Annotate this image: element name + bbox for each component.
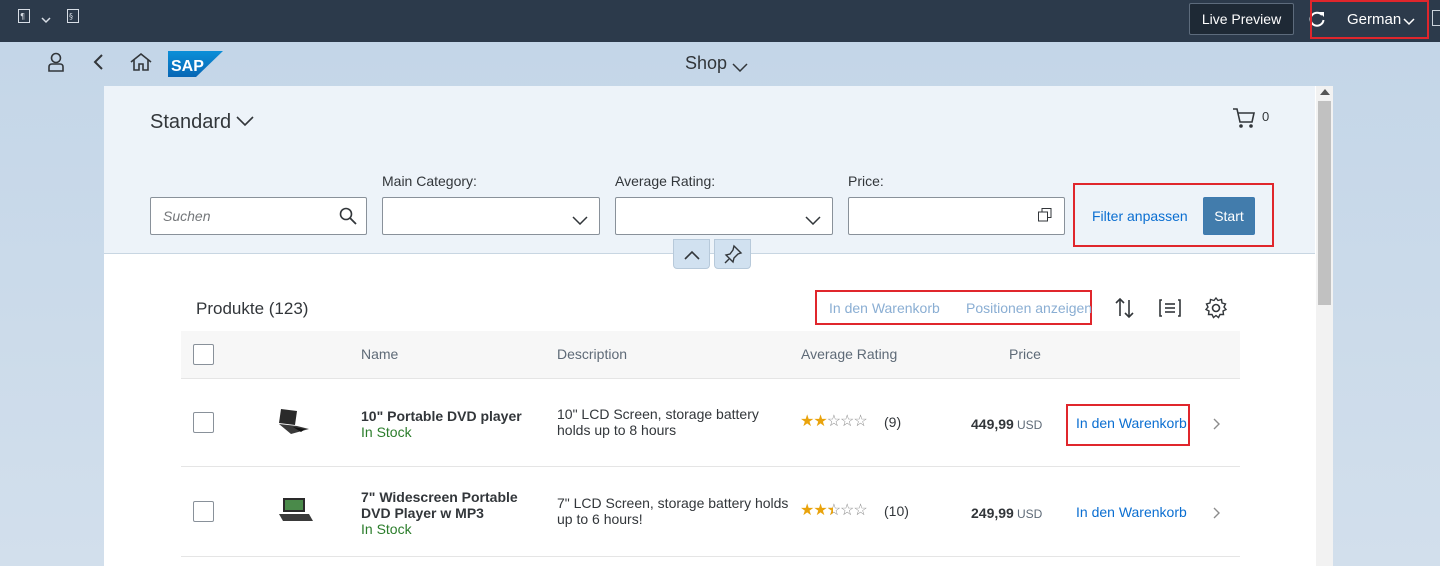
- scroll-up-arrow[interactable]: [1320, 89, 1330, 95]
- back-icon[interactable]: [90, 52, 110, 72]
- product-name: 7" Widescreen Portable DVD Player w MP3: [361, 489, 518, 521]
- column-header-rating[interactable]: Average Rating: [801, 346, 897, 362]
- add-to-cart-button[interactable]: In den Warenkorb: [1076, 415, 1187, 431]
- table-header: [181, 331, 1240, 379]
- row-checkbox[interactable]: [193, 412, 214, 433]
- svg-text:§: §: [69, 12, 73, 21]
- sap-logo-text: SAP: [171, 58, 204, 75]
- chevron-down-icon[interactable]: [732, 59, 748, 77]
- price-value: 249,99: [971, 505, 1014, 521]
- rating-stars: ★★☆☆☆: [800, 413, 868, 430]
- price-input[interactable]: [848, 197, 1065, 235]
- outline-icon[interactable]: §: [67, 9, 79, 26]
- live-preview-button[interactable]: Live Preview: [1189, 3, 1294, 35]
- app-title[interactable]: Shop: [685, 53, 727, 74]
- column-header-price[interactable]: Price: [1009, 346, 1041, 362]
- show-items-toolbar-button[interactable]: Positionen anzeigen: [966, 300, 1092, 316]
- select-all-checkbox[interactable]: [193, 344, 214, 365]
- value-help-icon[interactable]: [1038, 208, 1052, 227]
- add-to-cart-button[interactable]: In den Warenkorb: [1076, 504, 1187, 520]
- product-description: 10" LCD Screen, storage battery holds up…: [557, 406, 759, 438]
- price-label: Price:: [848, 173, 884, 189]
- price-currency: USD: [1017, 418, 1043, 432]
- rating-stars: ★★☆★☆☆: [800, 502, 868, 519]
- chevron-up-icon: [684, 250, 700, 260]
- average-rating-label: Average Rating:: [615, 173, 716, 189]
- search-placeholder: Suchen: [163, 208, 211, 224]
- scrollbar-thumb[interactable]: [1318, 101, 1331, 305]
- table-title: Produkte (123): [196, 299, 309, 318]
- chevron-down-icon[interactable]: [805, 212, 821, 230]
- average-rating-select[interactable]: [615, 197, 833, 235]
- rating-count: (10): [884, 503, 909, 519]
- chevron-down-icon[interactable]: [235, 114, 255, 132]
- settings-icon[interactable]: [1204, 296, 1228, 320]
- product-name: 10" Portable DVD player: [361, 408, 522, 424]
- main-category-select[interactable]: [382, 197, 600, 235]
- product-image: [277, 496, 317, 526]
- home-icon[interactable]: [130, 52, 152, 72]
- main-category-label: Main Category:: [382, 173, 477, 189]
- group-icon[interactable]: [1158, 296, 1182, 320]
- chevron-down-icon[interactable]: [572, 212, 588, 230]
- add-to-cart-toolbar-button[interactable]: In den Warenkorb: [829, 300, 940, 316]
- pin-header-button[interactable]: [714, 239, 751, 269]
- search-icon[interactable]: [339, 207, 357, 230]
- cart-count: 0: [1262, 109, 1270, 124]
- product-description: 7" LCD Screen, storage battery holds up …: [557, 495, 789, 527]
- svg-text:¶: ¶: [20, 12, 25, 21]
- stock-status: In Stock: [361, 521, 412, 537]
- sap-logo[interactable]: SAP: [168, 51, 223, 77]
- editor-mode-icon[interactable]: ¶: [18, 9, 30, 26]
- price-currency: USD: [1017, 507, 1043, 521]
- collapse-header-button[interactable]: [673, 239, 710, 269]
- variant-management[interactable]: Standard: [150, 111, 231, 134]
- sort-icon[interactable]: [1113, 296, 1137, 320]
- product-image: [275, 407, 315, 437]
- start-button[interactable]: Start: [1203, 197, 1255, 235]
- pin-icon: [724, 244, 743, 264]
- stock-status: In Stock: [361, 424, 412, 440]
- cart-icon[interactable]: [1232, 106, 1256, 130]
- chevron-down-icon[interactable]: [1403, 13, 1415, 31]
- row-checkbox[interactable]: [193, 501, 214, 522]
- chevron-down-icon[interactable]: [41, 13, 51, 27]
- column-header-description[interactable]: Description: [557, 346, 627, 362]
- device-icon[interactable]: [1432, 10, 1440, 26]
- column-header-name[interactable]: Name: [361, 346, 398, 362]
- adapt-filters-button[interactable]: Filter anpassen: [1092, 208, 1188, 224]
- user-icon[interactable]: [46, 52, 66, 72]
- chevron-right-icon[interactable]: [1212, 506, 1220, 524]
- rating-count: (9): [884, 414, 902, 430]
- language-select[interactable]: German: [1347, 11, 1401, 28]
- price-value: 449,99: [971, 416, 1014, 432]
- chevron-right-icon[interactable]: [1212, 417, 1220, 435]
